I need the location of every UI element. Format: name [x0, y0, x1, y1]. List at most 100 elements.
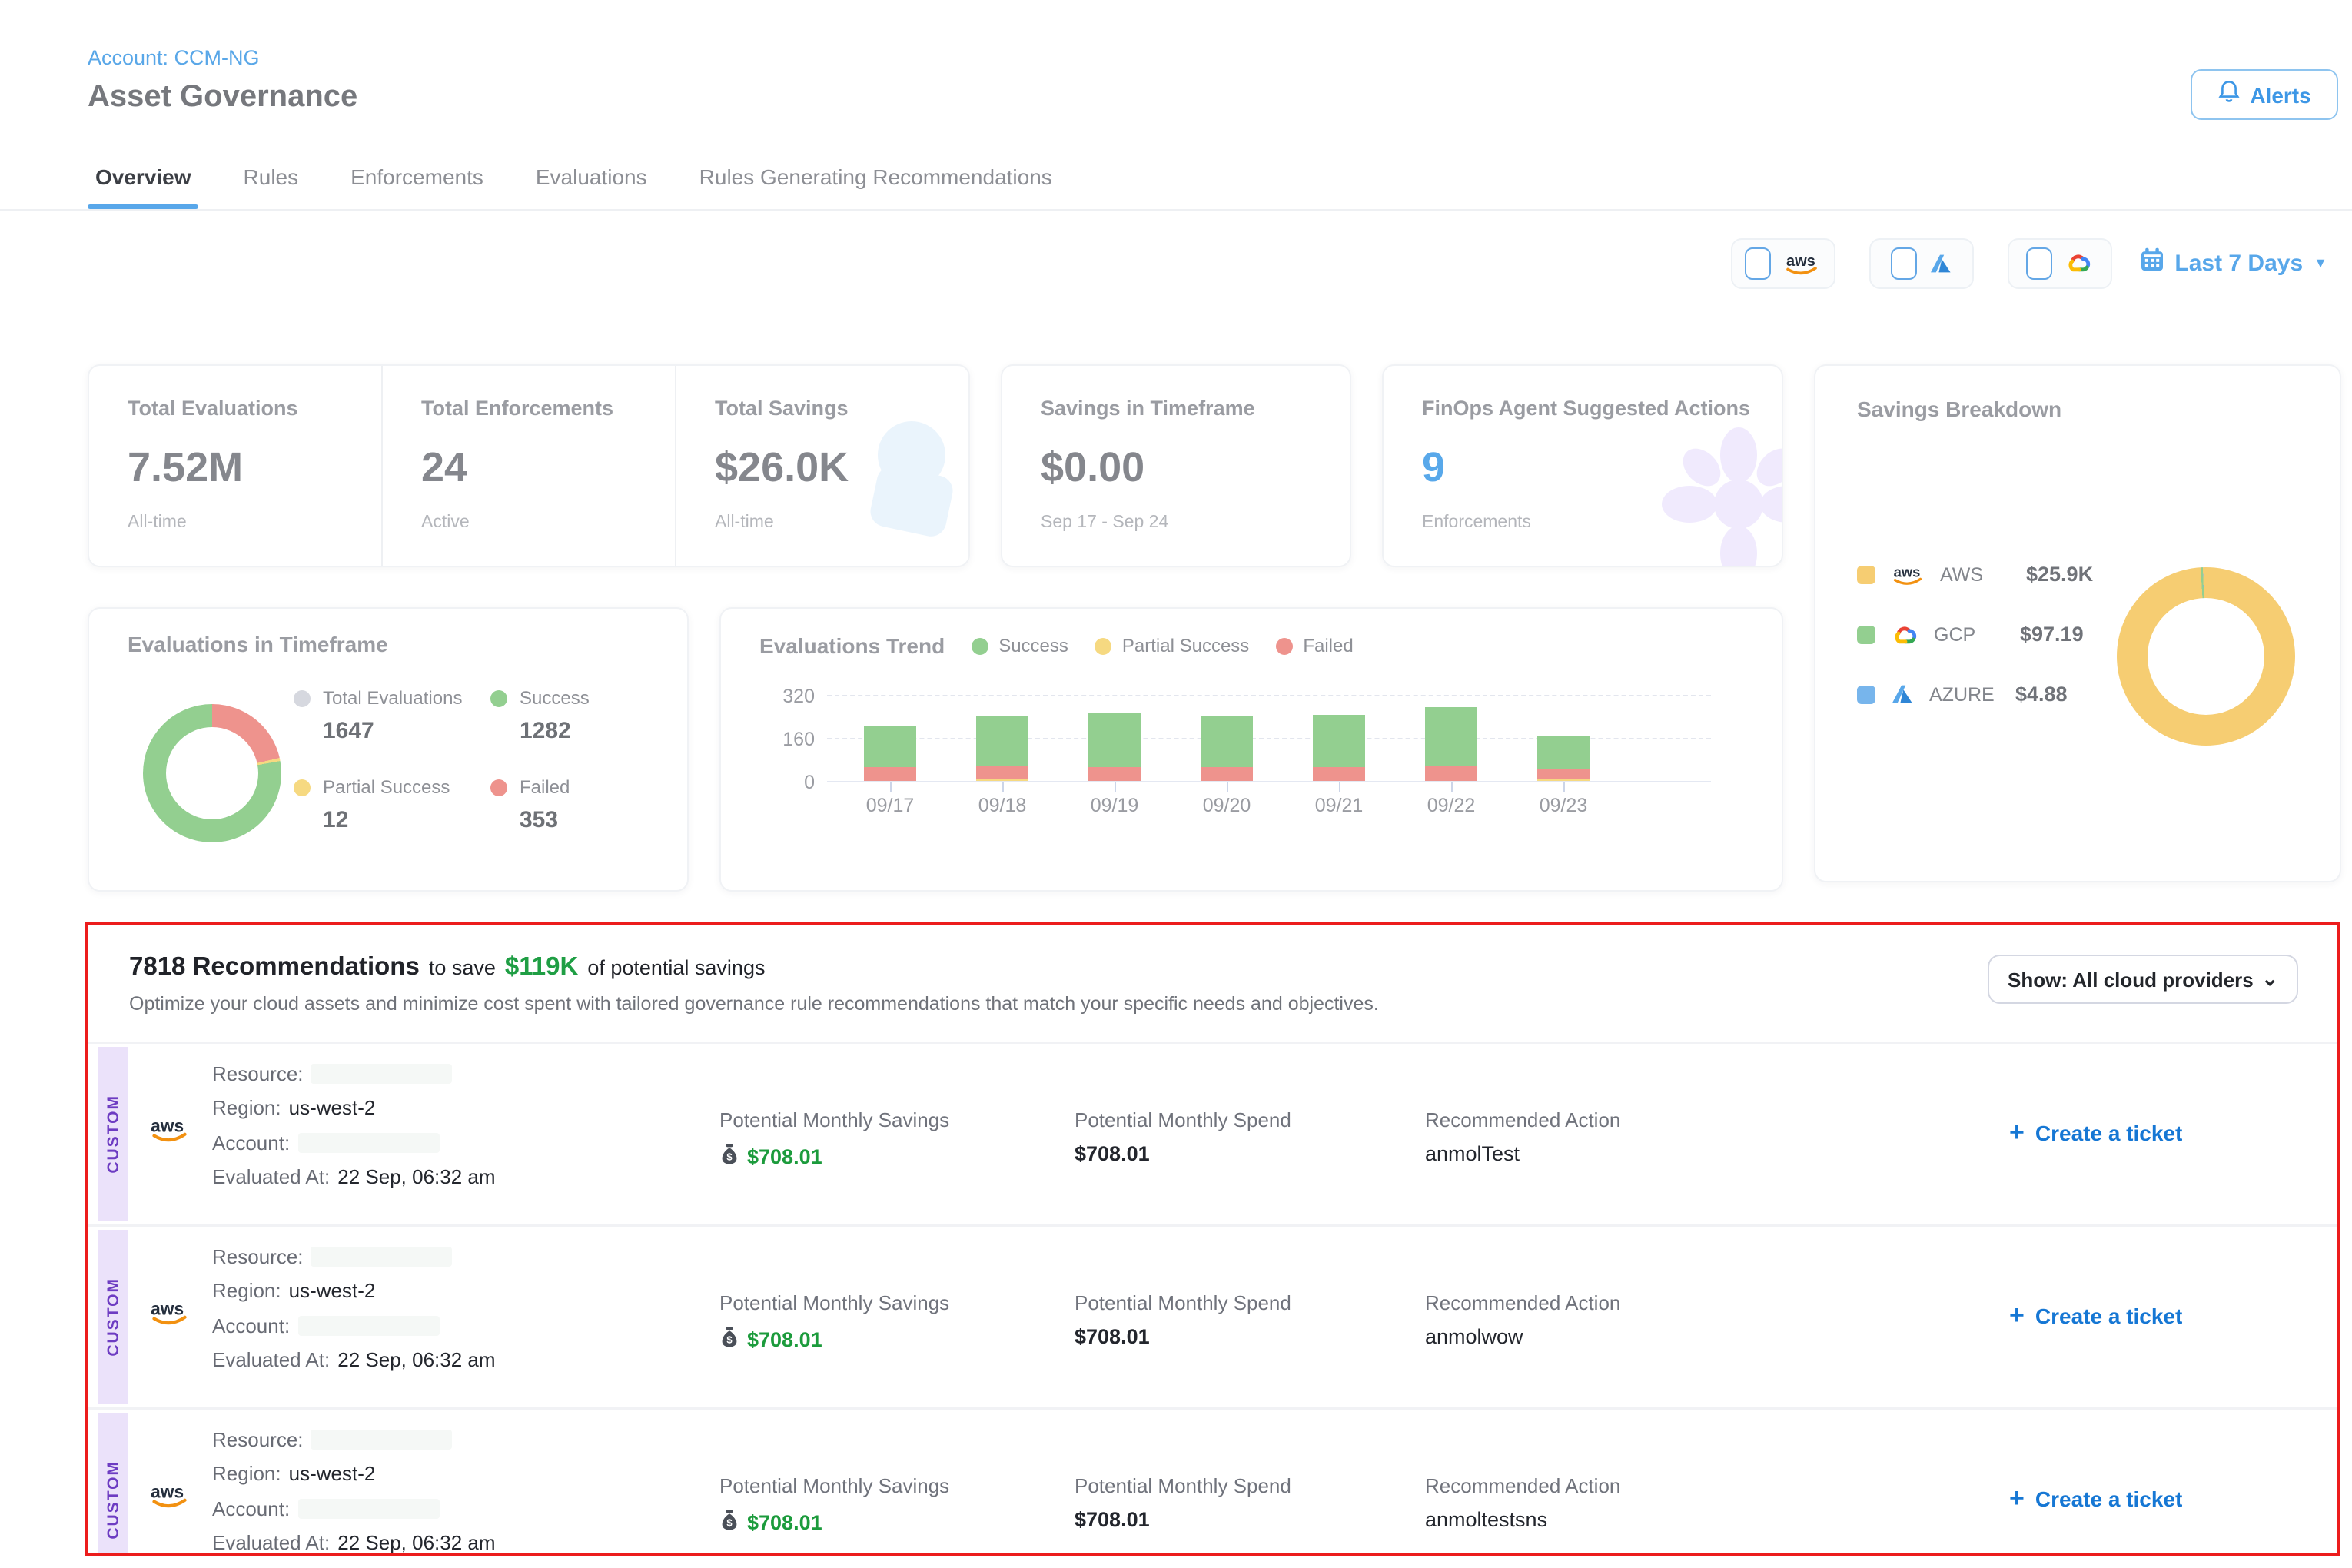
legend-item-aws: aws AWS $25.9K	[1857, 563, 2093, 586]
filter-selected-value: Show: All cloud providers	[2008, 968, 2254, 991]
recommendation-row[interactable]: CUSTOM aws Resource: Region:us-west-2 Ac…	[88, 1224, 2337, 1407]
provider-filter-aws[interactable]: aws	[1730, 238, 1835, 288]
alerts-button-label: Alerts	[2250, 82, 2310, 107]
partial-success-dot	[1095, 637, 1111, 654]
azure-icon	[1928, 253, 1952, 273]
recommended-action-label: Recommended Action	[1425, 1474, 1620, 1497]
date-range-picker[interactable]: Last 7 Days ▼	[2139, 247, 2327, 278]
finops-agent-card: FinOps Agent Suggested Actions 9 Enforce…	[1382, 364, 1783, 567]
resource-details: Resource: Region:us-west-2 Account: Eval…	[212, 1427, 496, 1555]
money-bag-icon: $	[719, 1508, 739, 1536]
redacted-account-value	[297, 1315, 439, 1335]
evaluations-trend-header: Evaluations Trend Success Partial Succes…	[759, 633, 1354, 658]
stats-summary-card: Total Evaluations 7.52M All-time Total E…	[88, 364, 970, 567]
svg-text:aws: aws	[151, 1481, 184, 1501]
recommendation-row[interactable]: CUSTOM aws Resource: Region:us-west-2 Ac…	[88, 1042, 2337, 1224]
evaluations-timeframe-title: Evaluations in Timeframe	[128, 632, 388, 656]
gcp-checkbox[interactable]	[2026, 247, 2052, 279]
legend-value: 1647	[294, 718, 490, 744]
account-breadcrumb[interactable]: Account: CCM-NG	[88, 46, 260, 69]
bar-segment-failed	[1537, 769, 1590, 779]
trend-bar-09/21	[1313, 715, 1365, 781]
potential-monthly-spend-value: $708.01	[1075, 1325, 1150, 1348]
stat-caption: All-time	[715, 513, 968, 532]
donut-hole	[166, 727, 258, 819]
bar-segment-success	[1201, 716, 1253, 767]
x-axis-label: 09/23	[1507, 795, 1620, 816]
donut-hole	[2148, 598, 2264, 715]
aws-checkbox[interactable]	[1745, 247, 1771, 279]
tab-rules[interactable]: Rules	[236, 145, 307, 207]
recommendations-title: 7818 Recommendations to save $119K of po…	[129, 953, 765, 982]
redacted-resource-value	[311, 1429, 453, 1449]
bar-segment-partial-success	[976, 779, 1028, 781]
money-bag-icon: $	[719, 1325, 739, 1353]
azure-checkbox[interactable]	[1890, 247, 1916, 279]
stat-value: 24	[421, 444, 675, 492]
potential-monthly-savings-value: $ $708.01	[719, 1325, 822, 1353]
legend-label: Failed	[1303, 635, 1353, 656]
tab-evaluations[interactable]: Evaluations	[528, 145, 655, 207]
legend-item-gcp: GCP $97.19	[1857, 623, 2093, 646]
bar-segment-success	[1425, 707, 1477, 766]
failed-dot	[1275, 637, 1292, 654]
evaluations-legend: Total Evaluations 1647 Success 1282 Part…	[294, 687, 663, 833]
create-ticket-button[interactable]: + Create a ticket	[2009, 1304, 2182, 1328]
total-evaluations-dot	[294, 689, 311, 706]
bar-segment-success	[1313, 715, 1365, 767]
x-axis-tick	[1226, 782, 1228, 792]
bar-segment-failed	[1088, 768, 1141, 781]
recommended-action-value: anmolwow	[1425, 1325, 1523, 1348]
evaluations-donut-chart	[143, 704, 281, 842]
x-axis-tick	[1563, 782, 1565, 792]
trend-bar-09/20	[1201, 716, 1253, 781]
svg-text:aws: aws	[151, 1115, 184, 1135]
create-ticket-button[interactable]: + Create a ticket	[2009, 1487, 2182, 1511]
cloud-provider-filter-dropdown[interactable]: Show: All cloud providers ⌄	[1988, 955, 2298, 1004]
x-axis-line	[827, 781, 1711, 782]
bar-segment-success	[976, 716, 1028, 766]
potential-monthly-spend-value: $708.01	[1075, 1142, 1150, 1165]
create-ticket-button[interactable]: + Create a ticket	[2009, 1121, 2182, 1145]
stat-label: Total Enforcements	[421, 397, 675, 420]
alerts-button[interactable]: Alerts	[2191, 69, 2338, 120]
legend-label: Success	[998, 635, 1068, 656]
redacted-account-value	[297, 1132, 439, 1152]
create-ticket-label: Create a ticket	[2035, 1304, 2182, 1328]
provider-filter-azure[interactable]	[1869, 238, 1973, 288]
x-axis-tick	[1338, 782, 1340, 792]
success-dot	[971, 637, 988, 654]
bar-segment-success	[1088, 713, 1141, 768]
stat-label: Savings in Timeframe	[1041, 397, 1350, 420]
bar-segment-failed	[1425, 766, 1477, 781]
x-axis-tick	[1114, 782, 1116, 792]
plus-icon: +	[2009, 1488, 2025, 1510]
recommended-action-label: Recommended Action	[1425, 1108, 1620, 1131]
tab-rules-generating-recommendations[interactable]: Rules Generating Recommendations	[692, 145, 1060, 207]
x-axis-label: 09/22	[1394, 795, 1508, 816]
tab-enforcements[interactable]: Enforcements	[343, 145, 491, 207]
trend-bar-09/18	[976, 716, 1028, 781]
total-evaluations-stat: Total Evaluations 7.52M All-time	[89, 366, 381, 566]
legend-label: Success	[520, 687, 590, 709]
recommendations-subtitle: Optimize your cloud assets and minimize …	[129, 993, 1379, 1015]
stat-label: Total Savings	[715, 397, 968, 420]
legend-value: 12	[294, 807, 490, 833]
legend-label: Failed	[520, 776, 570, 798]
x-axis-tick	[889, 782, 892, 792]
evaluations-trend-title: Evaluations Trend	[759, 633, 945, 658]
custom-badge: CUSTOM	[98, 1230, 128, 1404]
failed-dot	[490, 779, 507, 796]
x-axis-tick	[1450, 782, 1453, 792]
x-axis-label: 09/19	[1058, 795, 1171, 816]
savings-breakdown-title: Savings Breakdown	[1857, 397, 2061, 421]
savings-in-timeframe-card: Savings in Timeframe $0.00 Sep 17 - Sep …	[1001, 364, 1351, 567]
legend-item-success: Success 1282	[490, 687, 663, 744]
evaluations-trend-card: Evaluations Trend Success Partial Succes…	[719, 607, 1783, 892]
recommendation-row[interactable]: CUSTOM aws Resource: Region:us-west-2 Ac…	[88, 1407, 2337, 1556]
bar-segment-failed	[864, 766, 916, 781]
trend-bar-09/22	[1425, 707, 1477, 781]
recommendations-list: CUSTOM aws Resource: Region:us-west-2 Ac…	[88, 1042, 2337, 1556]
tab-overview[interactable]: Overview	[88, 145, 199, 207]
provider-filter-gcp[interactable]	[2007, 238, 2111, 288]
